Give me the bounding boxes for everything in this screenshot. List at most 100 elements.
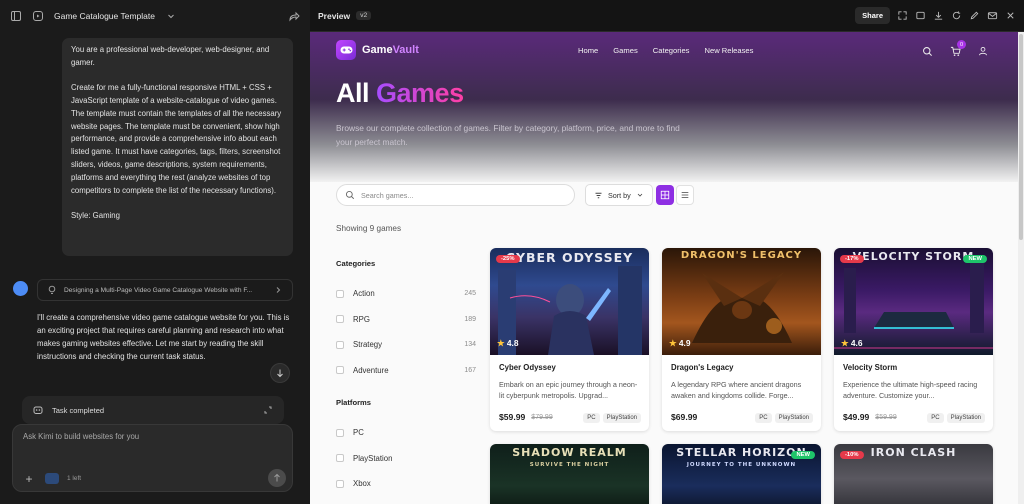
platform-filter-playstation[interactable]: PlayStation	[336, 446, 476, 472]
brand-name: GameVault	[362, 44, 419, 56]
version-select[interactable]: v2	[356, 11, 372, 20]
game-card[interactable]: CYBER ODYSSEY -25% ★ 4.8 Cyber Odyssey E…	[490, 248, 649, 431]
brand-vault: Vault	[392, 44, 419, 56]
game-name[interactable]: Cyber Odyssey	[499, 363, 640, 372]
nav-home[interactable]: Home	[578, 46, 598, 55]
send-button[interactable]	[268, 469, 286, 487]
plus-icon[interactable]: +	[21, 471, 37, 487]
site-logo[interactable]: GameVault	[336, 40, 419, 60]
fullscreen-icon[interactable]	[896, 10, 908, 22]
close-icon[interactable]	[1004, 10, 1016, 22]
expand-icon[interactable]	[262, 404, 274, 416]
game-description: Experience the ultimate high-speed racin…	[843, 380, 978, 400]
platform-tag: PlayStation	[602, 413, 641, 423]
checkbox[interactable]	[336, 366, 344, 375]
cover-subtitle: SURVIVE THE NIGHT	[529, 462, 610, 468]
search-input[interactable]	[361, 190, 561, 200]
categories-filter: Categories Action 245 RPG 189 Strategy 134 …	[336, 259, 476, 383]
task-chip[interactable]: Designing a Multi-Page Video Game Catalo…	[37, 279, 293, 301]
message-composer[interactable]: Ask Kimi to build websites for you + 1 l…	[12, 424, 293, 492]
platforms-heading: Platforms	[336, 398, 372, 407]
game-cover[interactable]: STELLAR HORIZON JOURNEY TO THE UNKNOWN N…	[662, 444, 821, 504]
user-icon[interactable]	[976, 44, 990, 58]
scroll-down-button[interactable]	[270, 363, 290, 383]
checkbox[interactable]	[336, 315, 344, 324]
search-icon	[345, 190, 355, 200]
platform-filter-pc[interactable]: PC	[336, 420, 476, 446]
nav-categories[interactable]: Categories	[653, 46, 690, 55]
game-card[interactable]: SHADOW REALM SURVIVE THE NIGHT	[490, 444, 649, 504]
nav-new-releases[interactable]: New Releases	[704, 46, 753, 55]
grid-view-button[interactable]	[656, 185, 674, 205]
checkbox[interactable]	[336, 479, 344, 488]
chat-title[interactable]: Game Catalogue Template	[54, 11, 155, 21]
rating: ★ 4.8	[497, 338, 519, 348]
rating-value: 4.6	[850, 338, 863, 348]
cover-subtitle: JOURNEY TO THE UNKNOWN	[686, 462, 797, 468]
lightbulb-icon	[48, 285, 56, 294]
game-card[interactable]: STELLAR HORIZON JOURNEY TO THE UNKNOWN N…	[662, 444, 821, 504]
platform-tag: PC	[927, 413, 944, 423]
category-count: 245	[464, 290, 476, 298]
share-arrow-icon[interactable]	[288, 10, 300, 22]
checkbox[interactable]	[336, 289, 344, 298]
sidebar-toggle-icon[interactable]	[10, 10, 22, 22]
download-icon[interactable]	[932, 10, 944, 22]
gamepad-icon	[336, 40, 356, 60]
sort-dropdown[interactable]: Sort by	[585, 184, 653, 206]
category-label: Strategy	[353, 340, 383, 350]
refresh-icon[interactable]	[950, 10, 962, 22]
category-filter-strategy[interactable]: Strategy 134	[336, 332, 476, 358]
list-view-button[interactable]	[676, 185, 694, 205]
rating: ★ 4.9	[669, 338, 691, 348]
category-count: 134	[464, 341, 476, 349]
platform-label: PC	[353, 428, 364, 438]
card-body: Cyber Odyssey Embark on an epic journey …	[490, 355, 649, 409]
user-message: You are a professional web-developer, we…	[62, 38, 293, 256]
game-cover[interactable]: CYBER ODYSSEY -25% ★ 4.8	[490, 248, 649, 355]
rating-value: 4.9	[678, 338, 691, 348]
game-name[interactable]: Velocity Storm	[843, 363, 984, 372]
share-button[interactable]: Share	[855, 7, 890, 24]
game-cover[interactable]: VELOCITY STORM -17% NEW ★ 4.6	[834, 248, 993, 355]
composer-placeholder[interactable]: Ask Kimi to build websites for you	[23, 432, 139, 441]
device-icon[interactable]	[914, 10, 926, 22]
game-card[interactable]: VELOCITY STORM -17% NEW ★ 4.6 Velocity S…	[834, 248, 993, 431]
scrollbar-thumb[interactable]	[1019, 34, 1023, 240]
card-body: Dragon's Legacy A legendary RPG where an…	[662, 355, 821, 409]
chevron-down-icon[interactable]	[165, 10, 177, 22]
current-price: $59.99	[499, 412, 526, 422]
category-filter-rpg[interactable]: RPG 189	[336, 307, 476, 333]
game-name[interactable]: Dragon's Legacy	[671, 363, 812, 372]
category-label: Action	[353, 289, 375, 299]
search-box[interactable]	[336, 184, 575, 206]
arrow-up-icon	[274, 473, 280, 482]
platform-filter-xbox[interactable]: Xbox	[336, 471, 476, 497]
nav-games[interactable]: Games	[613, 46, 637, 55]
checkbox[interactable]	[336, 340, 344, 349]
checkbox[interactable]	[336, 454, 344, 463]
game-cover[interactable]: IRON CLASH -10%	[834, 444, 993, 504]
category-filter-action[interactable]: Action 245	[336, 281, 476, 307]
categories-heading: Categories	[336, 259, 376, 268]
edit-icon[interactable]	[968, 10, 980, 22]
category-filter-adventure[interactable]: Adventure 167	[336, 358, 476, 384]
chat-icon	[33, 11, 43, 21]
new-badge: NEW	[963, 255, 987, 263]
task-completed-banner[interactable]: Task completed	[22, 396, 284, 424]
game-card[interactable]: IRON CLASH -10%	[834, 444, 993, 504]
game-cover[interactable]: SHADOW REALM SURVIVE THE NIGHT	[490, 444, 649, 504]
preview-panel: Preview v2 Share GameVault Home Games Ca…	[310, 0, 1024, 504]
site-navbar: GameVault Home Games Categories New Rele…	[310, 32, 1024, 68]
star-icon: ★	[497, 338, 505, 348]
usage-remaining: 1 left	[67, 475, 82, 482]
scrollbar[interactable]	[1018, 32, 1024, 504]
mail-icon[interactable]	[986, 10, 998, 22]
website-mode-icon[interactable]	[45, 473, 59, 484]
game-cover[interactable]: DRAGON'S LEGACY ★ 4.9	[662, 248, 821, 355]
search-icon[interactable]	[920, 44, 934, 58]
game-card[interactable]: DRAGON'S LEGACY ★ 4.9 Dragon's Legacy A …	[662, 248, 821, 431]
checkbox[interactable]	[336, 428, 344, 437]
user-message-line: Create for me a fully-functional respons…	[71, 83, 282, 195]
sort-label: Sort by	[608, 190, 631, 200]
